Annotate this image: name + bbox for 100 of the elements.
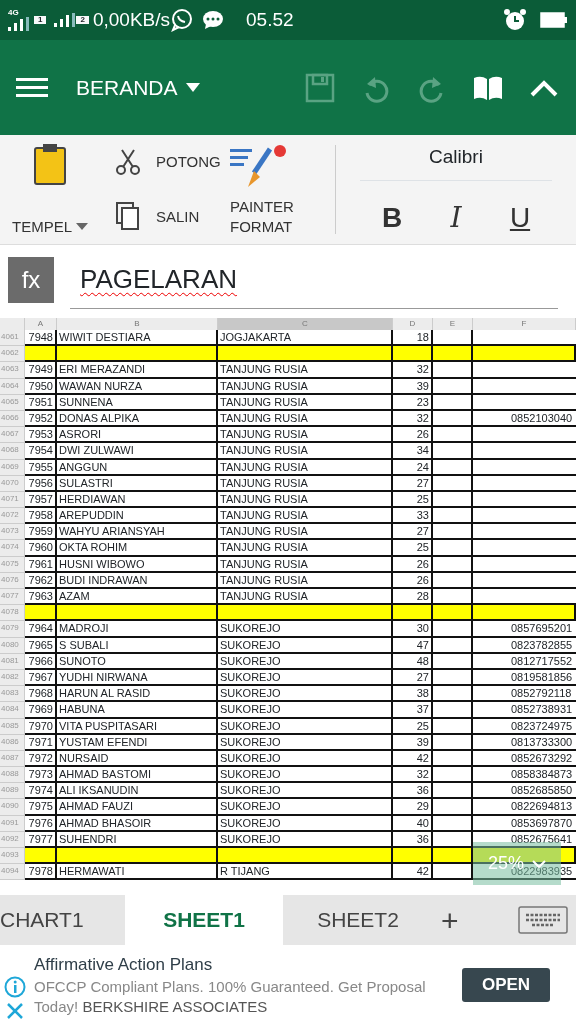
bold-button[interactable]: B [370,196,414,239]
column-header[interactable]: A [25,318,57,330]
table-cell: AHMAD BASTOMI [57,767,218,784]
row-number: 4089 [0,783,25,800]
table-cell: 7959 [25,524,57,541]
formula-field[interactable]: PAGELARAN [70,251,558,309]
network-type-label: 4G [8,9,20,17]
table-cell: 7967 [25,669,57,687]
table-cell: MADROJI [57,621,218,638]
table-cell: SUNOTO [57,653,218,670]
table-cell: 7974 [25,783,57,800]
table-cell: 26 [393,572,433,589]
table-cell: SUKOREJO [218,734,393,751]
copy-button[interactable]: SALIN [116,202,230,231]
table-cell: HERDIAWAN [57,491,218,509]
keyboard-icon[interactable] [518,906,568,934]
clock-time: 05.52 [246,7,294,32]
table-cell: 7965 [25,637,57,654]
row-number: 4078 [0,605,25,622]
table-cell: SUKOREJO [218,783,393,800]
copy-icon [116,202,140,231]
paste-button[interactable]: TEMPEL [12,216,88,236]
painter-format-button[interactable]: PAINTER FORMAT [230,197,310,236]
open-button[interactable]: OPEN [462,967,550,1002]
column-header[interactable]: E [433,318,473,330]
row-number: 4094 [0,864,25,881]
message-icon [202,10,224,30]
add-sheet-button[interactable]: + [433,895,467,945]
caret-icon [185,83,200,92]
table-cell [433,427,473,444]
table-cell: SUKOREJO [218,686,393,703]
ribbon-tab-dropdown[interactable]: BERANDA [76,67,200,108]
table-cell [433,669,473,687]
cut-button[interactable]: POTONG [116,148,230,175]
row-number: 4088 [0,767,25,784]
table-cell: 33 [393,508,433,525]
table-cell [433,572,473,589]
table-cell: VITA PUSPITASARI [57,718,218,735]
underline-button[interactable]: U [498,196,542,239]
table-cell: 7954 [25,443,57,460]
highlighted-cell [25,848,57,865]
table-cell: 7949 [25,362,57,379]
table-cell: 7968 [25,686,57,703]
highlighted-cell [433,346,473,363]
table-cell: DONAS ALPIKA [57,410,218,428]
row-number: 4084 [0,702,25,719]
table-cell: 37 [393,702,433,719]
close-icon[interactable] [6,1002,24,1020]
table-cell: SUKOREJO [218,718,393,735]
table-cell: TANJUNG RUSIA [218,410,393,428]
table-cell: 0852685850 [473,783,576,800]
table-cell: 32 [393,410,433,428]
table-cell: 7955 [25,459,57,476]
function-button[interactable]: fx [8,257,54,303]
table-cell: ALI IKSANUDIN [57,783,218,800]
table-cell [433,410,473,428]
table-cell: 7956 [25,475,57,492]
table-cell [433,459,473,476]
table-cell: 29 [393,799,433,816]
table-cell: 7966 [25,653,57,670]
highlighted-cell [393,605,433,622]
ad-description: OFCCP Compliant Plans. 100% Guaranteed. Get Proposal Today! BERKSHIRE ASSOCIATES [34,977,427,1018]
table-cell: 25 [393,540,433,557]
column-header[interactable]: D [393,318,433,330]
row-number: 4062 [0,346,25,363]
table-cell: 7961 [25,556,57,573]
table-cell [433,653,473,670]
column-header[interactable]: F [473,318,576,330]
table-cell: AHMAD FAUZI [57,799,218,816]
highlighted-cell [25,346,57,363]
table-cell [433,556,473,573]
table-cell: 32 [393,767,433,784]
table-cell: 25 [393,491,433,509]
column-header[interactable]: B [57,318,218,330]
font-name-field[interactable]: Calibri [360,143,552,181]
table-cell: TANJUNG RUSIA [218,491,393,509]
table-cell: 0852103040 [473,410,576,428]
table-cell [433,491,473,509]
highlighted-cell [393,346,433,363]
table-cell: HERMAWATI [57,864,218,881]
sheet-tab[interactable]: SHEET1 [125,895,283,945]
sim-label: 1 [34,16,47,24]
table-cell: WAHYU ARIANSYAH [57,524,218,541]
table-cell: TANJUNG RUSIA [218,378,393,395]
table-cell: 7952 [25,410,57,428]
table-cell: NURSAID [57,750,218,768]
table-cell: 23 [393,394,433,411]
table-cell: 40 [393,815,433,832]
sheet-tab[interactable]: CHART1 [0,895,125,945]
table-cell: TANJUNG RUSIA [218,556,393,573]
menu-icon[interactable] [16,75,48,100]
ad-title: Affirmative Action Plans [34,953,214,976]
table-cell: 7960 [25,540,57,557]
table-cell: TANJUNG RUSIA [218,572,393,589]
sheet-tab[interactable]: SHEET2 [283,895,433,945]
italic-button[interactable]: I [434,196,478,239]
table-cell: 30 [393,621,433,638]
table-cell: 7978 [25,864,57,881]
info-icon[interactable] [4,976,26,998]
table-cell [433,637,473,654]
